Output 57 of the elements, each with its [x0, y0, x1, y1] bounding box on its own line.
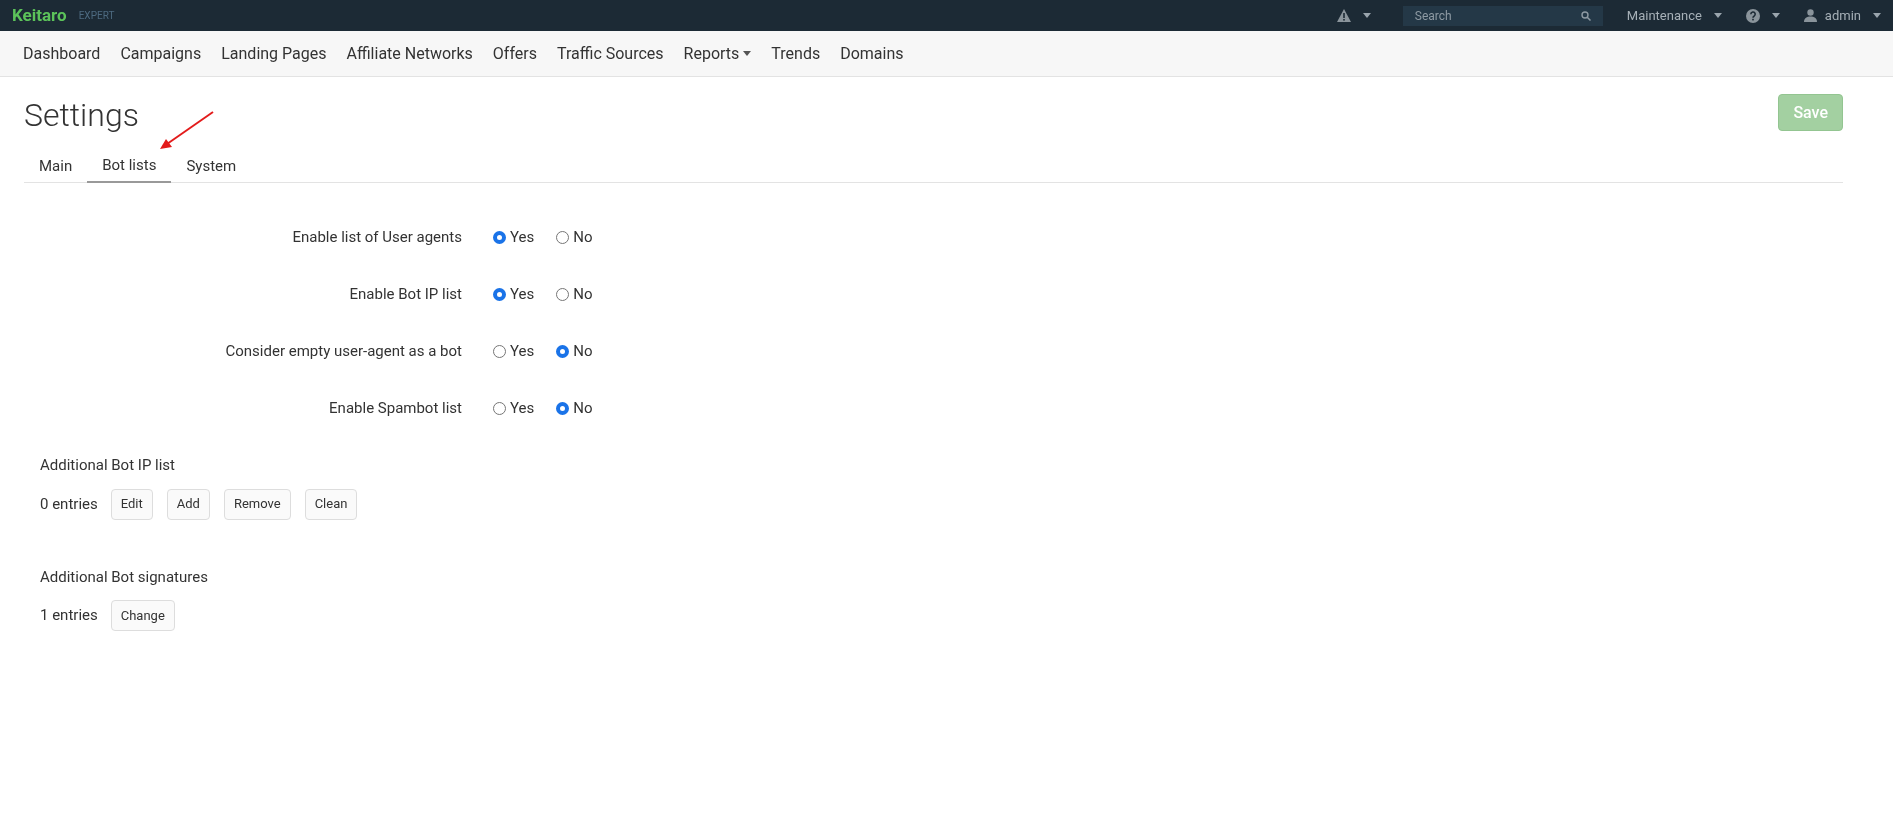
radio-label[interactable]: No: [573, 339, 593, 363]
help-icon: [1745, 8, 1760, 23]
search-icon: [1580, 10, 1591, 21]
setting-label: Enable list of User agents: [291, 226, 462, 248]
top-menu[interactable]: Maintenance: [1626, 5, 1722, 26]
top-menu[interactable]: admin: [1803, 5, 1881, 26]
nav-link[interactable]: Traffic Sources: [556, 41, 664, 66]
radio-button[interactable]: [556, 230, 570, 244]
radio-label[interactable]: Yes: [510, 225, 535, 249]
action-button[interactable]: Add: [166, 488, 210, 520]
radio-label[interactable]: Yes: [510, 396, 535, 420]
radio-label[interactable]: No: [573, 396, 593, 420]
tab[interactable]: Main: [24, 149, 88, 183]
caret-icon: [1873, 13, 1881, 18]
nav-link[interactable]: Landing Pages: [221, 41, 327, 66]
radio-button[interactable]: [493, 230, 506, 244]
radio-button[interactable]: [556, 401, 570, 415]
page-title: Settings: [24, 97, 139, 131]
section-title: Additional Bot signatures: [40, 566, 209, 588]
warning-icon: [1336, 9, 1351, 22]
nav-link[interactable]: Offers: [492, 41, 537, 66]
radio-label[interactable]: Yes: [510, 282, 535, 306]
user-icon: [1803, 9, 1817, 22]
top-menu[interactable]: [1745, 8, 1780, 23]
tab[interactable]: System: [171, 149, 252, 183]
action-button[interactable]: Clean: [304, 488, 358, 520]
radio-button[interactable]: [556, 344, 570, 358]
radio-label[interactable]: Yes: [510, 339, 535, 363]
setting-label: Enable Bot IP list: [348, 283, 462, 305]
nav-link[interactable]: Campaigns: [120, 41, 202, 66]
nav-link[interactable]: Reports: [683, 41, 752, 66]
nav-link[interactable]: Trends: [771, 41, 821, 66]
caret-icon: [1713, 13, 1722, 18]
search-field[interactable]: Search: [1402, 5, 1603, 26]
nav-link[interactable]: Dashboard: [23, 41, 101, 66]
entries-count: 1 entries: [40, 605, 98, 627]
action-button[interactable]: Edit: [110, 488, 153, 520]
setting-label: Enable Spambot list: [328, 397, 462, 419]
tab[interactable]: Bot lists: [87, 149, 172, 183]
section-title: Additional Bot IP list: [40, 455, 176, 476]
radio-button[interactable]: [493, 344, 506, 358]
top-menu[interactable]: [1336, 9, 1371, 22]
radio-button[interactable]: [493, 287, 506, 301]
radio-button[interactable]: [493, 401, 506, 415]
edition-label: EXPERT: [78, 9, 115, 23]
nav-link[interactable]: Affiliate Networks: [346, 41, 473, 66]
action-button[interactable]: Change: [110, 600, 175, 631]
radio-label[interactable]: No: [573, 282, 593, 306]
nav-link[interactable]: Domains: [840, 41, 904, 66]
radio-label[interactable]: No: [573, 225, 593, 249]
caret-icon: [1771, 13, 1780, 18]
action-button[interactable]: Remove: [223, 488, 291, 520]
entries-count: 0 entries: [40, 493, 98, 515]
logo[interactable]: Keitaro: [12, 2, 67, 29]
setting-label: Consider empty user-agent as a bot: [224, 340, 462, 362]
radio-button[interactable]: [556, 287, 570, 301]
caret-icon: [1362, 13, 1371, 18]
